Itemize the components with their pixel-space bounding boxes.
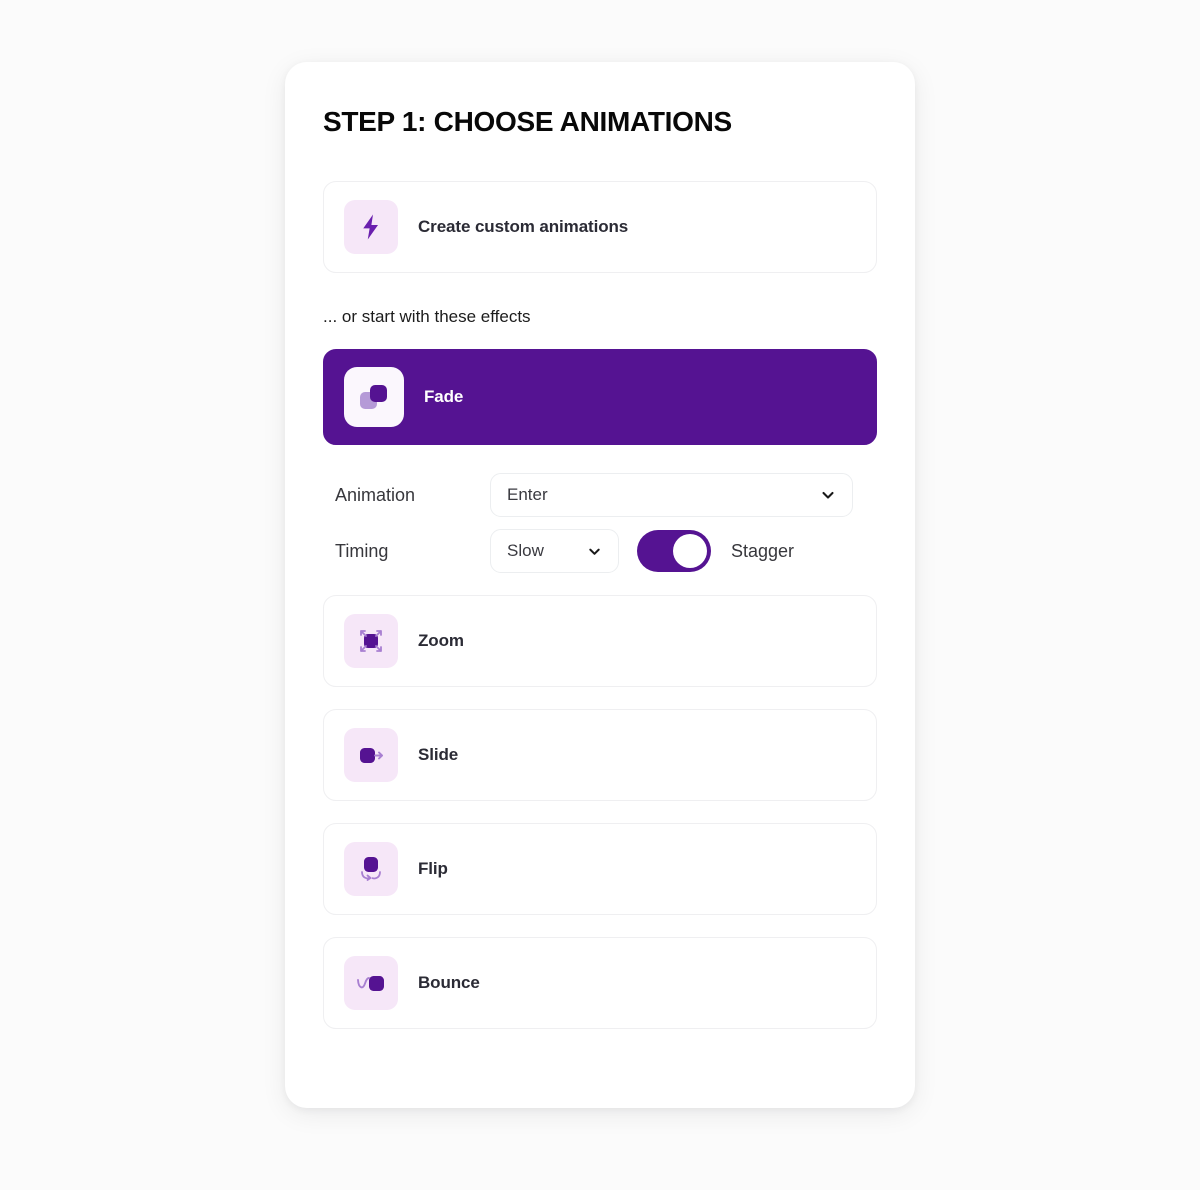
effect-card-flip[interactable]: Flip [323,823,877,916]
toggle-knob [673,534,707,569]
effect-controls: Animation Enter Timing Slow Stagger [323,473,877,574]
page-title: STEP 1: CHOOSE ANIMATIONS [323,106,732,137]
flip-rotate-icon [344,842,398,897]
timing-label: Timing [335,540,389,561]
create-custom-animations-label: Create custom animations [418,217,629,237]
zoom-expand-icon [344,614,398,669]
effect-card-slide[interactable]: Slide [323,709,877,802]
effect-label-slide: Slide [418,745,459,765]
effects-helper-text: ... or start with these effects [323,307,531,327]
bounce-curve-icon [344,956,398,1011]
lightning-bolt-icon [344,200,398,255]
step-panel: STEP 1: CHOOSE ANIMATIONS Create custom … [285,62,915,1108]
stagger-toggle[interactable] [637,530,711,573]
timing-select-value: Slow [507,541,544,561]
animation-control-row: Animation Enter [335,473,865,518]
effects-list: Zoom Slide Flip Bounce [323,595,877,1030]
create-custom-animations-card[interactable]: Create custom animations [323,181,877,274]
animation-select[interactable]: Enter [490,473,853,518]
effect-label-bounce: Bounce [418,973,480,993]
app-stage: STEP 1: CHOOSE ANIMATIONS Create custom … [0,0,1200,1190]
animation-label: Animation [335,484,416,505]
chevron-down-icon [587,544,602,559]
effect-card-zoom[interactable]: Zoom [323,595,877,688]
effect-label-zoom: Zoom [418,631,464,651]
effect-label-flip: Flip [418,859,448,879]
effect-card-bounce[interactable]: Bounce [323,937,877,1030]
effect-label-fade: Fade [424,387,464,407]
slide-arrow-icon [344,728,398,783]
stagger-label: Stagger [731,540,795,561]
animation-select-value: Enter [507,485,548,505]
timing-select[interactable]: Slow [490,529,619,574]
chevron-down-icon [820,487,836,503]
timing-control-row: Timing Slow Stagger [335,529,865,574]
effect-card-fade[interactable]: Fade [323,349,877,446]
fade-squares-icon [344,367,404,428]
